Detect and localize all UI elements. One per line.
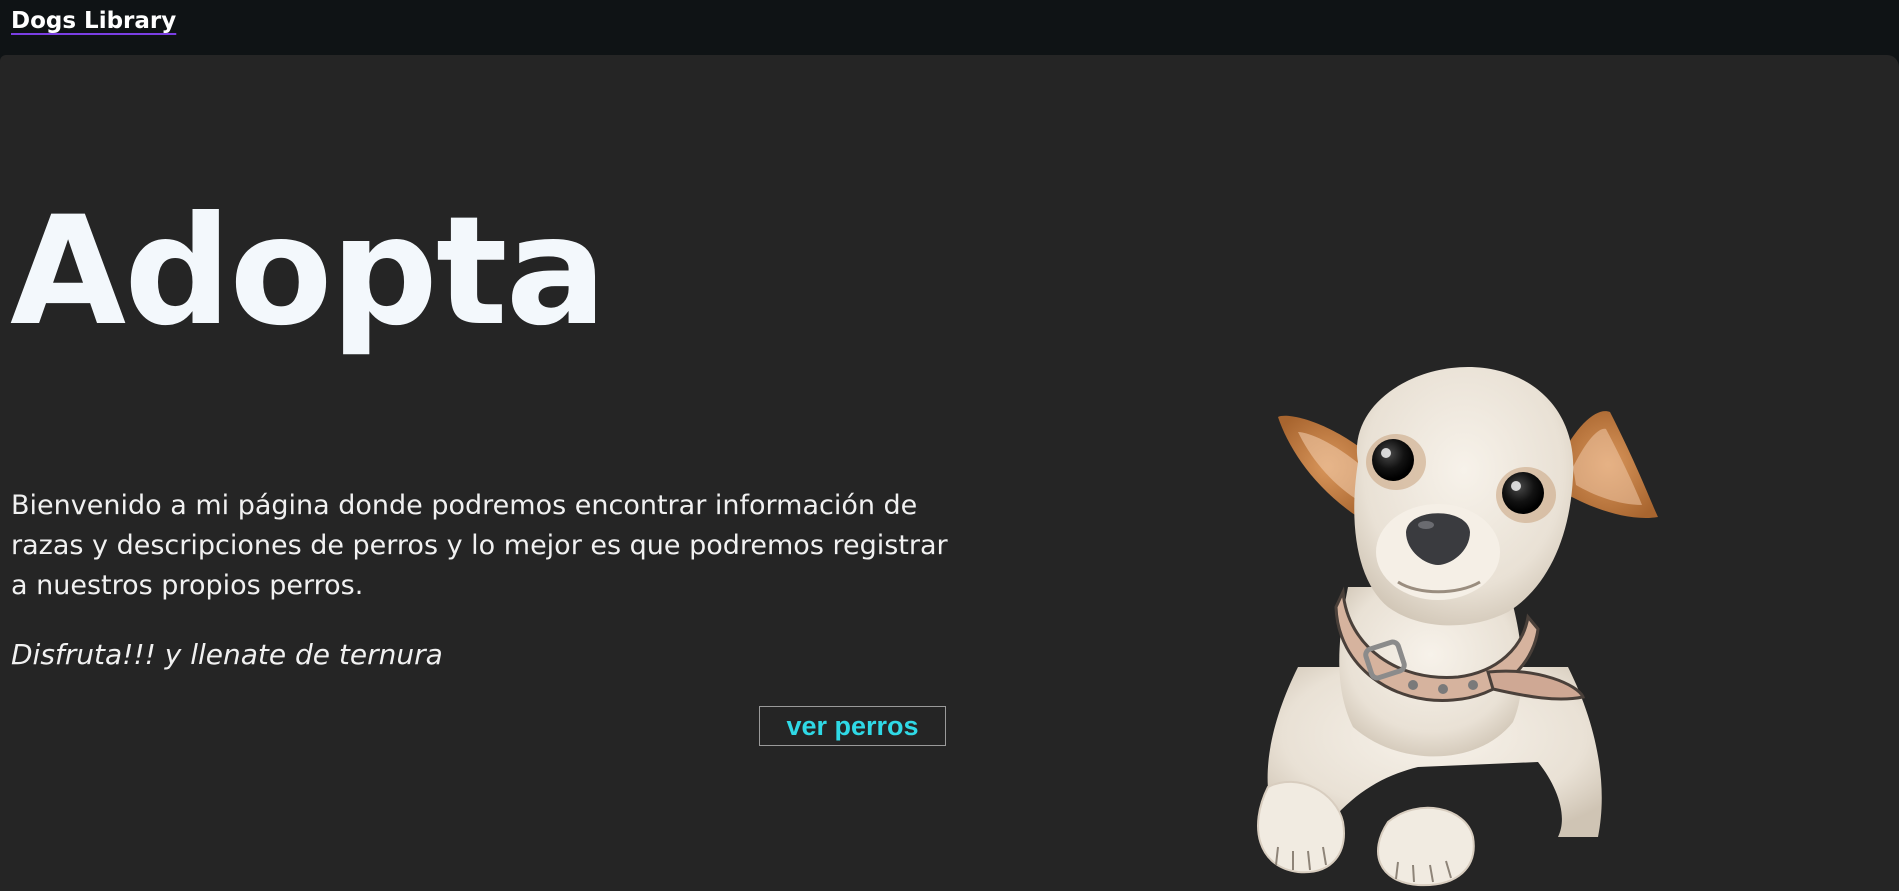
dog-right-eye xyxy=(1502,472,1544,514)
top-nav-bar: Dogs Library xyxy=(0,0,1899,55)
dog-left-eye xyxy=(1372,439,1414,481)
tagline-text: Disfruta!!! y llenate de ternura xyxy=(11,638,443,671)
dog-right-paw xyxy=(1377,806,1475,887)
intro-text: Bienvenido a mi página donde podremos en… xyxy=(11,490,948,601)
hero-section: Adopta Bienvenido a mi página donde podr… xyxy=(0,55,1899,891)
brand-link[interactable]: Dogs Library xyxy=(11,8,176,34)
hero-title: Adopta xyxy=(10,185,607,359)
dog-image xyxy=(1257,367,1658,887)
view-dogs-button[interactable]: ver perros xyxy=(759,706,946,746)
